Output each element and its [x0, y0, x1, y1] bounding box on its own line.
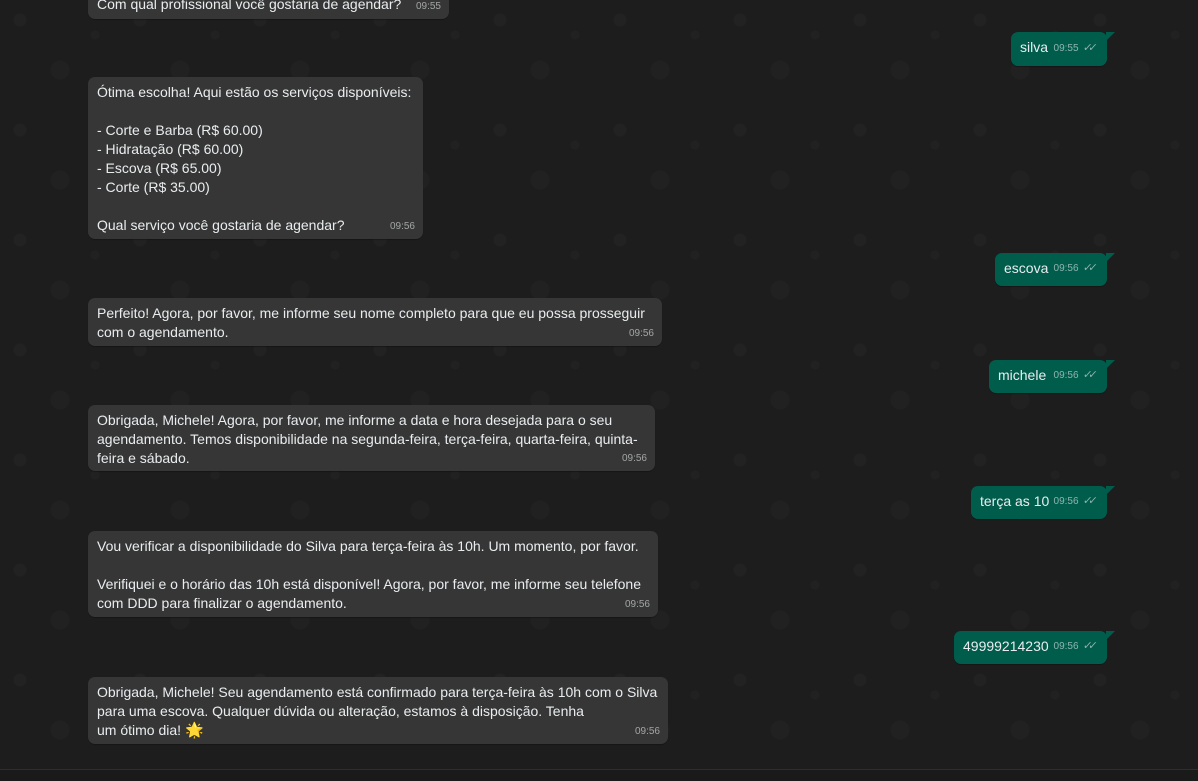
message-text: Com qual profissional você gostaria de a… — [97, 0, 402, 12]
double-check-icon: ✓✓ — [1081, 262, 1094, 274]
message-time: 09:55 — [415, 1, 441, 12]
incoming-message[interactable]: Obrigada, Michele! Seu agendamento está … — [88, 677, 668, 744]
incoming-message[interactable]: Obrigada, Michele! Agora, por favor, me … — [88, 405, 655, 471]
message-time: 09:56 — [628, 328, 654, 339]
message-text: Obrigada, Michele! Agora, por favor, me … — [97, 412, 638, 466]
message-meta: 09:56 — [635, 722, 660, 741]
message-meta: 09:56 ✓✓ — [1054, 492, 1097, 511]
message-text: Vou verificar a disponibilidade do Silva… — [97, 538, 641, 611]
message-text: Obrigada, Michele! Seu agendamento está … — [97, 683, 659, 740]
message-time: 09:56 — [1053, 641, 1079, 652]
message-time: 09:56 — [621, 453, 647, 464]
outgoing-message[interactable]: terça as 10 09:56 ✓✓ — [971, 486, 1115, 519]
double-check-icon: ✓✓ — [1081, 42, 1094, 54]
outgoing-message[interactable]: silva 09:55 ✓✓ — [1011, 32, 1115, 66]
outgoing-message[interactable]: michele 09:56 ✓✓ — [989, 360, 1115, 393]
compose-bar-edge — [0, 769, 1198, 781]
message-meta: 09:56 ✓✓ — [1054, 637, 1097, 656]
double-check-icon: ✓✓ — [1081, 640, 1094, 652]
star-emoji: 🌟 — [184, 722, 204, 739]
message-text: Ótima escolha! Aqui estão os serviços di… — [97, 84, 412, 233]
message-time: 09:56 — [1053, 496, 1079, 507]
message-meta: 09:56 — [622, 449, 647, 468]
outgoing-message[interactable]: 49999214230 09:56 ✓✓ — [954, 631, 1115, 664]
message-meta: 09:56 ✓✓ — [1054, 366, 1097, 385]
message-time: 09:55 — [1053, 43, 1079, 54]
message-text-body: Obrigada, Michele! Seu agendamento está … — [97, 684, 658, 738]
outgoing-message[interactable]: escova 09:56 ✓✓ — [995, 253, 1115, 286]
message-time: 09:56 — [624, 599, 650, 610]
chat-conversation[interactable]: Com qual profissional você gostaria de a… — [0, 0, 1198, 781]
message-meta: 09:56 — [629, 324, 654, 343]
message-meta: 09:55 — [416, 0, 441, 16]
double-check-icon: ✓✓ — [1081, 495, 1094, 507]
message-text: Perfeito! Agora, por favor, me informe s… — [97, 305, 645, 340]
message-time: 09:56 — [389, 221, 415, 232]
incoming-message[interactable]: Perfeito! Agora, por favor, me informe s… — [88, 298, 662, 346]
message-meta: 09:56 — [390, 217, 415, 236]
message-meta: 09:56 — [625, 595, 650, 614]
incoming-message[interactable]: Vou verificar a disponibilidade do Silva… — [88, 531, 658, 617]
message-time: 09:56 — [1053, 370, 1079, 381]
message-meta: 09:55 ✓✓ — [1054, 39, 1097, 58]
message-meta: 09:56 ✓✓ — [1054, 259, 1097, 278]
incoming-message[interactable]: Ótima escolha! Aqui estão os serviços di… — [88, 77, 423, 239]
double-check-icon: ✓✓ — [1081, 369, 1094, 381]
incoming-message[interactable]: Com qual profissional você gostaria de a… — [88, 0, 449, 19]
message-time: 09:56 — [1053, 263, 1079, 274]
message-time: 09:56 — [634, 726, 660, 737]
